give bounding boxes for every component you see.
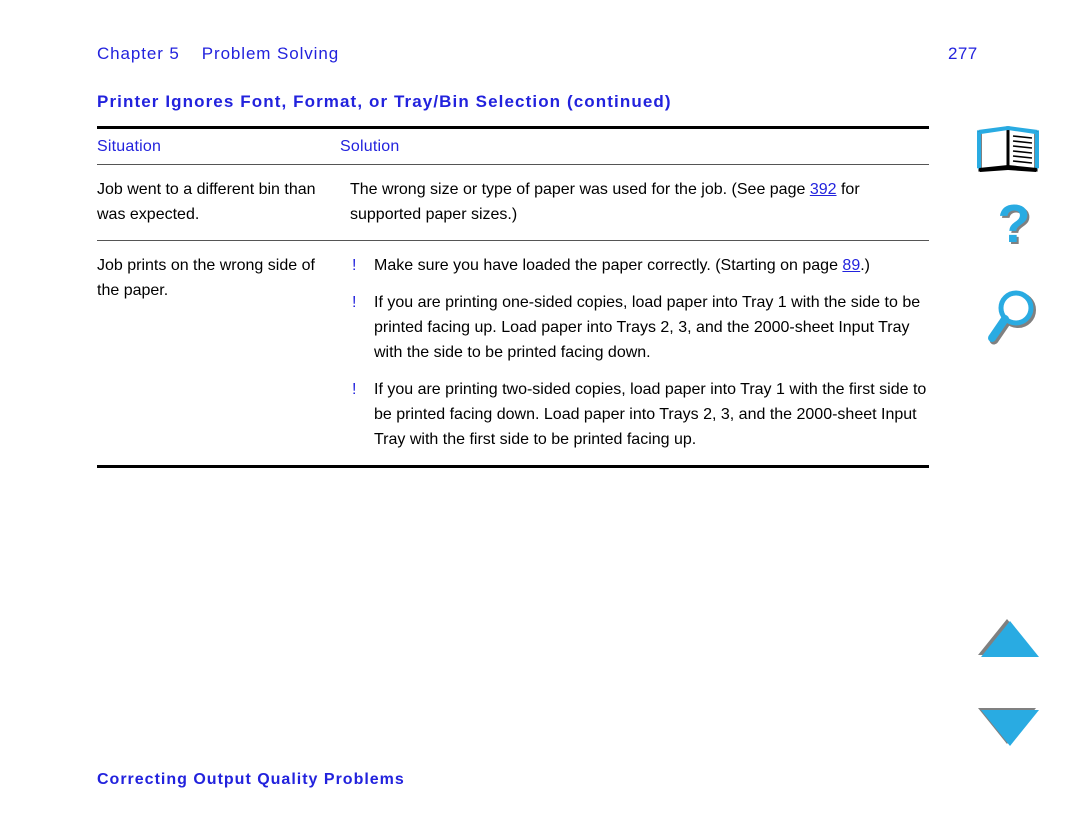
magnifier-icon[interactable] xyxy=(980,288,1050,350)
page-reference-link[interactable]: 89 xyxy=(842,257,860,274)
list-item: ! If you are printing one-sided copies, l… xyxy=(350,290,929,365)
cell-situation: Job went to a different bin than was exp… xyxy=(97,181,316,223)
svg-text:?: ? xyxy=(998,198,1031,254)
bullet-glyph-icon: ! xyxy=(352,294,357,311)
bullet-text-before: Make sure you have loaded the paper corr… xyxy=(374,257,843,274)
cell-situation: Job prints on the wrong side of the pape… xyxy=(97,257,315,299)
table-row: Job prints on the wrong side of the pape… xyxy=(97,241,929,465)
table-title: Printer Ignores Font, Format, or Tray/Bi… xyxy=(97,92,672,111)
solution-bullet-list: ! Make sure you have loaded the paper cor… xyxy=(350,253,929,452)
cell-solution: The wrong size or type of paper was used… xyxy=(350,177,929,227)
column-header-situation: Situation xyxy=(97,138,162,155)
page-reference-link[interactable]: 392 xyxy=(810,181,837,198)
section-heading: Correcting Output Quality Problems xyxy=(97,771,405,788)
question-mark-icon[interactable]: ? ? xyxy=(980,194,1050,260)
chapter-label: Chapter 5 xyxy=(97,44,180,63)
triangle-down-icon[interactable] xyxy=(974,702,1044,764)
triangle-up-icon[interactable] xyxy=(974,615,1044,677)
bullet-text-before: If you are printing one-sided copies, lo… xyxy=(374,294,921,361)
bullet-glyph-icon: ! xyxy=(352,381,357,398)
running-head: Chapter 5 Problem Solving xyxy=(97,44,339,64)
column-header-solution: Solution xyxy=(340,138,400,155)
list-item: ! If you are printing two-sided copies, l… xyxy=(350,377,929,452)
bullet-text-after: .) xyxy=(860,257,870,274)
bullet-glyph-icon: ! xyxy=(352,257,357,274)
chapter-title: Problem Solving xyxy=(201,44,340,63)
table-bottom-rule xyxy=(97,465,929,468)
bullet-text-before: If you are printing two-sided copies, lo… xyxy=(374,381,927,448)
table-header-row: Situation Solution xyxy=(97,129,929,164)
cell-solution: ! Make sure you have loaded the paper cor… xyxy=(350,253,929,452)
table-row: Job went to a different bin than was exp… xyxy=(97,165,929,240)
book-icon[interactable] xyxy=(974,120,1044,182)
solution-text-before: The wrong size or type of paper was used… xyxy=(350,181,810,198)
document-page: Chapter 5 Problem Solving 277 Printer Ign… xyxy=(0,0,1080,834)
navigation-icon-rail: ? ? xyxy=(958,0,1068,834)
list-item: ! Make sure you have loaded the paper cor… xyxy=(350,253,929,278)
troubleshooting-table: Situation Solution Job went to a differe… xyxy=(97,126,929,468)
